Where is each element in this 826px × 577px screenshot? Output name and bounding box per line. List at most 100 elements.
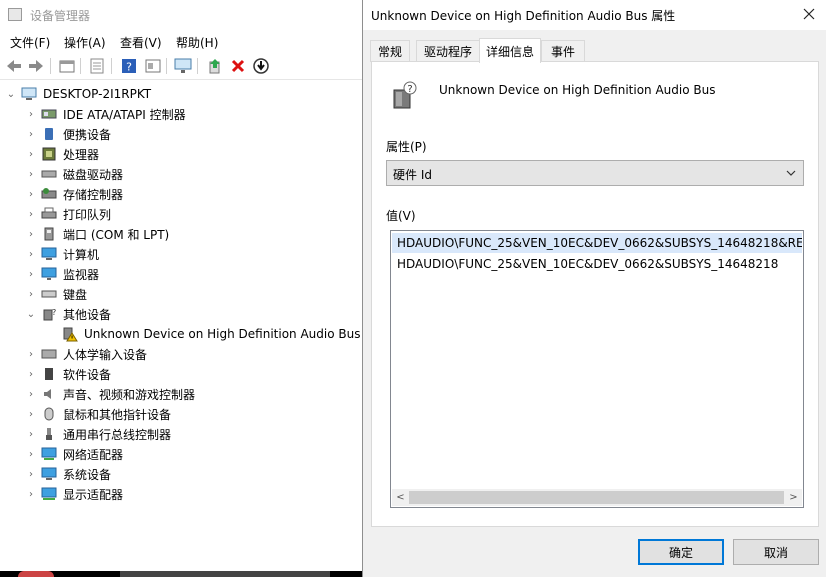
back-arrow-icon[interactable] — [5, 57, 23, 75]
tree-category-label: 端口 (COM 和 LPT) — [63, 227, 170, 242]
chevron-down-icon[interactable] — [784, 164, 798, 182]
help-icon[interactable]: ? — [120, 57, 138, 75]
update-driver-icon[interactable] — [206, 57, 224, 75]
collapse-chevron-icon[interactable]: › — [26, 369, 36, 380]
menu-bar: 文件(F) 操作(A) 查看(V) 帮助(H) — [0, 31, 362, 51]
menu-action[interactable]: 操作(A) — [64, 34, 106, 51]
toolbar-separator — [50, 58, 51, 74]
tree-category[interactable]: › 键盘 — [26, 284, 87, 304]
taskbar-item[interactable] — [120, 571, 330, 577]
device-name: Unknown Device on High Definition Audio … — [439, 83, 716, 97]
taskbar-strip — [0, 571, 362, 577]
expand-chevron-icon[interactable]: ⌄ — [6, 89, 16, 100]
collapse-chevron-icon[interactable]: › — [26, 429, 36, 440]
collapse-chevron-icon[interactable]: › — [26, 249, 36, 260]
hid-icon — [41, 347, 57, 361]
tree-category[interactable]: › 声音、视频和游戏控制器 — [26, 384, 195, 404]
collapse-chevron-icon[interactable]: › — [26, 289, 36, 300]
collapse-chevron-icon[interactable]: › — [26, 489, 36, 500]
tree-category[interactable]: › 磁盘驱动器 — [26, 164, 123, 184]
scroll-right-icon[interactable]: > — [785, 489, 802, 506]
menu-file[interactable]: 文件(F) — [10, 34, 50, 51]
property-dropdown[interactable]: 硬件 Id — [386, 160, 804, 186]
tree-category[interactable]: › 人体学输入设备 — [26, 344, 147, 364]
menu-help[interactable]: 帮助(H) — [176, 34, 218, 51]
device-manager-icon — [8, 8, 22, 21]
tree-category[interactable]: › 鼠标和其他指针设备 — [26, 404, 171, 424]
tree-category-label: 显示适配器 — [63, 487, 124, 502]
menu-view[interactable]: 查看(V) — [120, 34, 162, 51]
tab-general[interactable]: 常规 — [370, 40, 410, 62]
collapse-chevron-icon[interactable]: › — [26, 189, 36, 200]
tree-category[interactable]: › 存储控制器 — [26, 184, 123, 204]
scroll-left-icon[interactable]: < — [392, 489, 409, 506]
collapse-chevron-icon[interactable]: › — [26, 129, 36, 140]
monitor-icon[interactable] — [174, 57, 192, 75]
collapse-chevron-icon[interactable]: › — [26, 469, 36, 480]
dialog-titlebar: Unknown Device on High Definition Audio … — [363, 0, 826, 30]
view-icon[interactable] — [144, 57, 162, 75]
tree-category-label: 鼠标和其他指针设备 — [63, 407, 172, 422]
usb-icon — [41, 427, 57, 441]
monitor-icon — [41, 267, 57, 281]
collapse-chevron-icon[interactable]: › — [26, 269, 36, 280]
tree-root-label: DESKTOP-2I1RPKT — [43, 87, 152, 101]
tab-driver[interactable]: 驱动程序 — [416, 40, 480, 62]
tree-root[interactable]: ⌄ DESKTOP-2I1RPKT — [6, 84, 151, 104]
collapse-chevron-icon[interactable]: › — [26, 389, 36, 400]
tree-category-label: 计算机 — [63, 247, 100, 262]
close-icon[interactable] — [799, 4, 819, 24]
tab-details[interactable]: 详细信息 — [479, 38, 541, 63]
tree-category[interactable]: › 通用串行总线控制器 — [26, 424, 171, 444]
expand-chevron-icon[interactable]: ⌄ — [26, 309, 36, 320]
value-list-item[interactable]: HDAUDIO\FUNC_25&VEN_10EC&DEV_0662&SUBSYS… — [392, 233, 802, 253]
collapse-chevron-icon[interactable]: › — [26, 409, 36, 420]
device-manager-title: 设备管理器 — [30, 9, 91, 23]
ok-button[interactable]: 确定 — [638, 539, 724, 565]
tree-category[interactable]: › 处理器 — [26, 144, 99, 164]
collapse-chevron-icon[interactable]: › — [26, 209, 36, 220]
tab-events[interactable]: 事件 — [541, 40, 585, 62]
tree-category[interactable]: › 显示适配器 — [26, 484, 123, 504]
disk-drive-icon — [41, 167, 57, 181]
tree-category-label: 系统设备 — [63, 467, 112, 482]
tree-category[interactable]: › 便携设备 — [26, 124, 111, 144]
properties-icon[interactable] — [58, 57, 76, 75]
tree-category-label: 声音、视频和游戏控制器 — [63, 387, 196, 402]
printer-icon — [41, 207, 57, 221]
collapse-chevron-icon[interactable]: › — [26, 349, 36, 360]
cancel-button[interactable]: 取消 — [733, 539, 819, 565]
device-manager-titlebar: 设备管理器 — [0, 0, 362, 30]
tree-child-device[interactable]: Unknown Device on High Definition Audio … — [62, 324, 360, 344]
unknown-device-warning-icon — [62, 327, 78, 342]
tree-category[interactable]: › 监视器 — [26, 264, 99, 284]
tree-category[interactable]: › 软件设备 — [26, 364, 111, 384]
tree-category[interactable]: › 计算机 — [26, 244, 99, 264]
tree-category-label: 存储控制器 — [63, 187, 124, 202]
uninstall-icon[interactable] — [229, 57, 247, 75]
tree-category[interactable]: › 系统设备 — [26, 464, 111, 484]
value-list-item[interactable]: HDAUDIO\FUNC_25&VEN_10EC&DEV_0662&SUBSYS… — [392, 254, 802, 274]
horizontal-scrollbar[interactable]: < > — [392, 489, 802, 506]
collapse-chevron-icon[interactable]: › — [26, 149, 36, 160]
tree-category[interactable]: › 打印队列 — [26, 204, 111, 224]
scrollbar-thumb[interactable] — [409, 491, 784, 504]
tree-category[interactable]: › IDE ATA/ATAPI 控制器 — [26, 104, 186, 124]
collapse-chevron-icon[interactable]: › — [26, 109, 36, 120]
tree-category[interactable]: › 端口 (COM 和 LPT) — [26, 224, 169, 244]
tree-category-expanded[interactable]: ⌄ ? 其他设备 — [26, 304, 111, 324]
value-text: HDAUDIO\FUNC_25&VEN_10EC&DEV_0662&SUBSYS… — [397, 257, 779, 271]
unknown-device-icon: ? — [390, 80, 418, 110]
tree-category[interactable]: › 网络适配器 — [26, 444, 123, 464]
value-list[interactable]: HDAUDIO\FUNC_25&VEN_10EC&DEV_0662&SUBSYS… — [390, 230, 804, 508]
collapse-chevron-icon[interactable]: › — [26, 169, 36, 180]
taskbar-app-icon[interactable] — [18, 571, 54, 577]
download-icon[interactable] — [252, 57, 270, 75]
dialog-title: Unknown Device on High Definition Audio … — [371, 9, 676, 23]
collapse-chevron-icon[interactable]: › — [26, 229, 36, 240]
collapse-chevron-icon[interactable]: › — [26, 449, 36, 460]
forward-arrow-icon[interactable] — [27, 57, 45, 75]
tree-category-label: 通用串行总线控制器 — [63, 427, 172, 442]
svg-text:?: ? — [52, 308, 56, 317]
list-icon[interactable] — [88, 57, 106, 75]
